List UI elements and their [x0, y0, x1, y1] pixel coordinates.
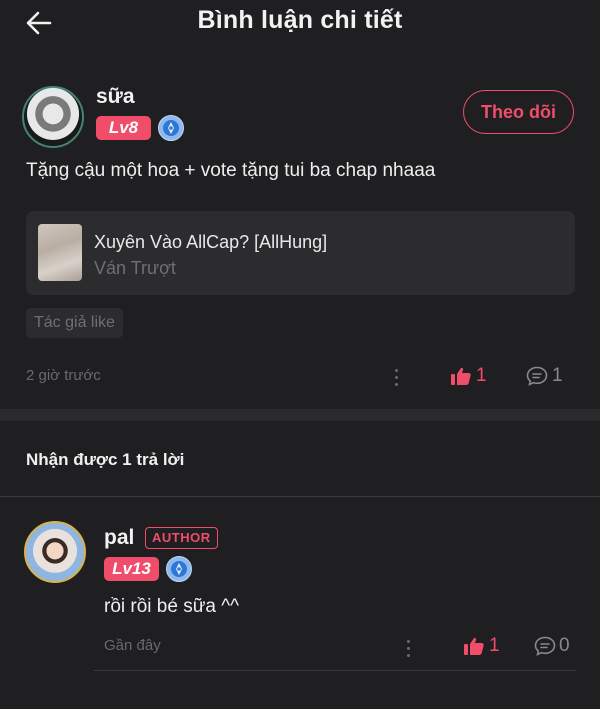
- comment-icon[interactable]: [526, 366, 548, 386]
- reply-time: Gần đây: [104, 637, 161, 654]
- author-badge: AUTHOR: [145, 527, 218, 549]
- story-card[interactable]: [26, 211, 575, 295]
- reply-text: rồi rồi bé sữa ^^: [104, 596, 240, 617]
- story-author: Ván Trượt: [94, 258, 176, 278]
- avatar-frame: [22, 86, 84, 148]
- reply-like-count: 1: [489, 635, 500, 656]
- divider: [0, 496, 600, 497]
- reply-avatar[interactable]: [24, 521, 86, 583]
- level-badge: Lv8: [96, 116, 151, 140]
- more-options-icon[interactable]: [395, 369, 399, 387]
- follow-button[interactable]: Theo dõi: [463, 90, 574, 134]
- like-count: 1: [476, 365, 487, 386]
- comment-text: Tặng cậu một hoa + vote tặng tui ba chap…: [26, 160, 436, 181]
- reply-count: 1: [552, 365, 563, 386]
- medal-icon: [166, 556, 192, 582]
- comment-username[interactable]: sữa: [96, 85, 135, 109]
- page-title: Bình luận chi tiết: [197, 6, 403, 34]
- medal-icon: [158, 115, 184, 141]
- like-icon[interactable]: [451, 367, 471, 385]
- story-title: Xuyên Vào AllCap? [AllHung]: [94, 232, 328, 252]
- like-icon[interactable]: [464, 637, 484, 655]
- replies-heading: Nhận được 1 trả lời: [26, 450, 185, 469]
- more-options-icon[interactable]: [407, 640, 411, 658]
- comment-time: 2 giờ trước: [26, 367, 101, 384]
- reply-reply-count: 0: [559, 635, 570, 656]
- comment-icon[interactable]: [534, 636, 556, 656]
- reply-username[interactable]: pal: [104, 526, 134, 550]
- section-separator: [0, 409, 600, 421]
- story-cover-image: [38, 224, 82, 281]
- divider: [94, 670, 576, 671]
- author-liked-tag: Tác giả like: [26, 308, 123, 338]
- reply-level-badge: Lv13: [104, 557, 159, 581]
